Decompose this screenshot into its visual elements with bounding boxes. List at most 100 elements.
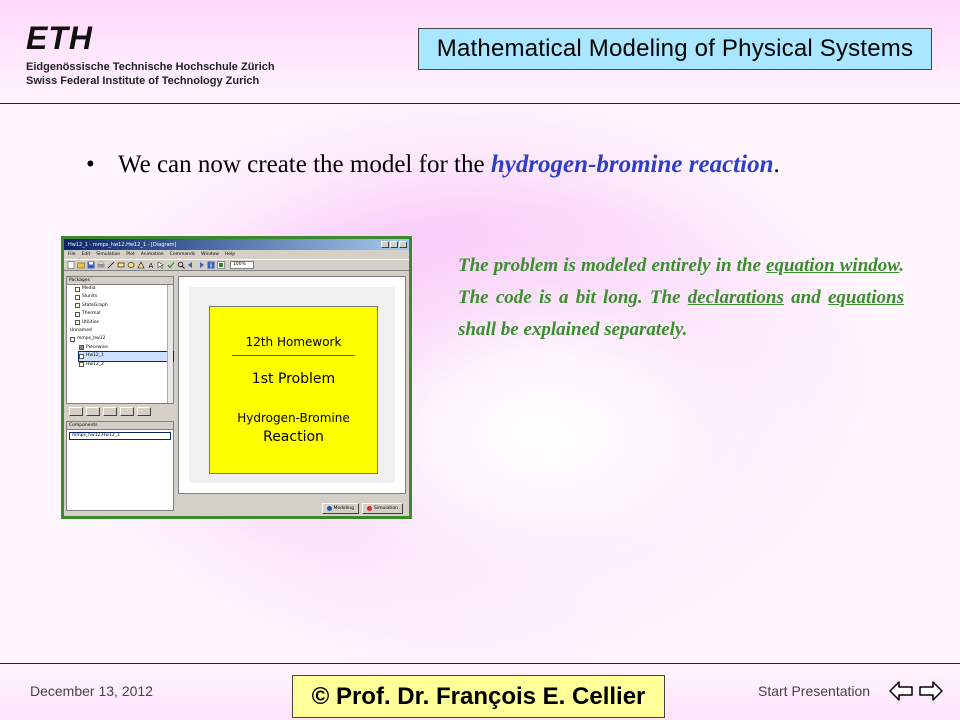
package-toolbar	[66, 406, 174, 417]
print-icon	[97, 261, 105, 268]
card-rule	[232, 355, 355, 356]
bullet-text-before: We can now create the model for the	[118, 151, 491, 178]
component-item: mmps_hw12.Hw12_1	[69, 432, 171, 440]
line-tool-icon	[107, 261, 115, 269]
bullet-text: We can now create the model for the hydr…	[118, 146, 878, 184]
package-icon	[75, 286, 80, 292]
card-homework: 12th Homework	[245, 335, 342, 349]
forward-icon	[200, 262, 204, 268]
package-icon	[75, 303, 80, 309]
bullet-emphasis: hydrogen-bromine reaction	[490, 151, 774, 178]
tree-item-media: Media	[75, 285, 173, 293]
model-icon	[79, 345, 84, 351]
svg-text:A: A	[149, 262, 154, 269]
screenshot-toolbar: A 100%	[64, 259, 409, 271]
arrow-right-icon	[120, 407, 134, 416]
pointer-icon	[157, 261, 165, 269]
package-icon	[75, 320, 80, 326]
card-problem: 1st Problem	[251, 371, 336, 387]
text-tool-icon: A	[149, 262, 154, 269]
minimize-icon	[381, 241, 389, 248]
maximize-icon	[390, 241, 398, 248]
modeling-icon	[326, 506, 332, 511]
close-icon	[399, 241, 407, 248]
copyright-box: © Prof. Dr. François E. Cellier	[292, 675, 665, 718]
package-icon	[70, 337, 75, 343]
eth-line-english: Swiss Federal Institute of Technology Zu…	[26, 75, 260, 87]
mode-bar: Modeling Simulation	[321, 503, 403, 514]
eth-wordmark: ETH	[26, 20, 93, 56]
navigation-arrows	[888, 676, 944, 706]
package-icon	[75, 295, 80, 301]
screenshot-menubar: File Edit Simulation Plot Animation Comm…	[64, 250, 409, 259]
menu-file: File	[68, 252, 76, 257]
arrow-left-icon	[103, 407, 117, 416]
menu-help: Help	[224, 252, 236, 257]
slide-title: Mathematical Modeling of Physical System…	[436, 35, 914, 62]
menu-window: Window	[201, 252, 219, 257]
start-presentation-link[interactable]: Start Presentation	[758, 683, 870, 699]
check-icon	[167, 262, 175, 269]
eth-logo: ETH Eidgenössische Technische Hochschule…	[26, 20, 275, 92]
title-box: Mathematical Modeling of Physical System…	[418, 28, 932, 70]
tree-item-thermal: Thermal	[75, 310, 173, 318]
simulation-icon	[367, 506, 373, 511]
package-icon	[75, 311, 80, 317]
card-hydrogen-bromine: Hydrogen-Bromine	[237, 411, 350, 425]
back-icon	[188, 262, 192, 268]
menu-edit: Edit	[81, 252, 91, 257]
dymola-screenshot: Hw12_1 - mmps_hw12.Hw12_1 - [Diagram] Fi…	[61, 236, 412, 519]
equations-link: equations	[827, 287, 904, 308]
polygon-tool-icon	[137, 261, 145, 269]
package-scrollbar	[167, 285, 173, 403]
menu-commands: Commands	[169, 252, 196, 257]
previous-arrow-icon[interactable]	[888, 676, 914, 706]
model-icon	[79, 362, 84, 368]
screenshot-body: Packages Media SIunits StateGraph Therma…	[64, 274, 409, 516]
tree-item-piecewise: Piecewise	[79, 344, 173, 352]
new-icon	[67, 261, 75, 269]
packages-header: Packages	[67, 277, 173, 285]
component-browser: Components mmps_hw12.Hw12_1	[66, 421, 174, 511]
diagram-icon	[217, 261, 225, 269]
arrow-up-icon	[137, 407, 151, 416]
tree-item-mmps-hw12: mmps_hw12	[67, 335, 173, 343]
save-icon	[87, 261, 95, 269]
bullet-dot: •	[86, 151, 95, 178]
tree-item-stategraph: StateGraph	[75, 302, 173, 310]
diagram-title-card: 12th Homework 1st Problem Hydrogen-Bromi…	[209, 306, 378, 474]
rectangle-tool-icon	[117, 262, 125, 268]
description-text: The problem is modeled entirely in the e…	[458, 255, 904, 340]
menu-plot: Plot	[126, 252, 135, 257]
tree-item-utilities: Utilities	[75, 319, 173, 327]
eth-line-german: Eidgenössische Technische Hochschule Zür…	[26, 61, 275, 73]
footer-date: December 13, 2012	[30, 683, 153, 699]
zoom-select: 100%	[230, 261, 254, 269]
tree-item-hw12-1: Hw12_1	[78, 351, 174, 362]
screenshot-titlebar: Hw12_1 - mmps_hw12.Hw12_1 - [Diagram]	[64, 239, 409, 250]
card-reaction: Reaction	[263, 429, 324, 445]
diagram-canvas: 12th Homework 1st Problem Hydrogen-Bromi…	[178, 276, 406, 494]
tree-item-hw12-2: Hw12_2	[79, 361, 173, 369]
menu-animation: Animation	[140, 252, 164, 257]
zoom-icon	[177, 261, 185, 269]
bullet-text-after: .	[773, 151, 780, 178]
window-buttons	[381, 241, 409, 248]
ellipse-tool-icon	[127, 262, 135, 268]
components-header: Components	[67, 422, 173, 430]
tree-item-unnamed: Unnamed	[70, 327, 92, 333]
package-browser: Packages Media SIunits StateGraph Therma…	[66, 276, 174, 404]
screenshot-window-title: Hw12_1 - mmps_hw12.Hw12_1 - [Diagram]	[68, 241, 177, 248]
model-icon	[79, 353, 84, 359]
grid-tool-icon	[86, 407, 100, 416]
simulation-mode-button: Simulation	[362, 503, 403, 514]
modeling-mode-button: Modeling	[321, 503, 360, 514]
equation-window-link: equation window	[766, 255, 900, 276]
open-icon	[77, 262, 85, 269]
declarations-link: declarations	[687, 287, 784, 308]
info-icon	[207, 261, 215, 269]
library-tool-icon	[69, 407, 83, 416]
next-arrow-icon[interactable]	[918, 676, 944, 706]
menu-simulation: Simulation	[96, 252, 121, 257]
tree-item-siunits: SIunits	[75, 293, 173, 301]
